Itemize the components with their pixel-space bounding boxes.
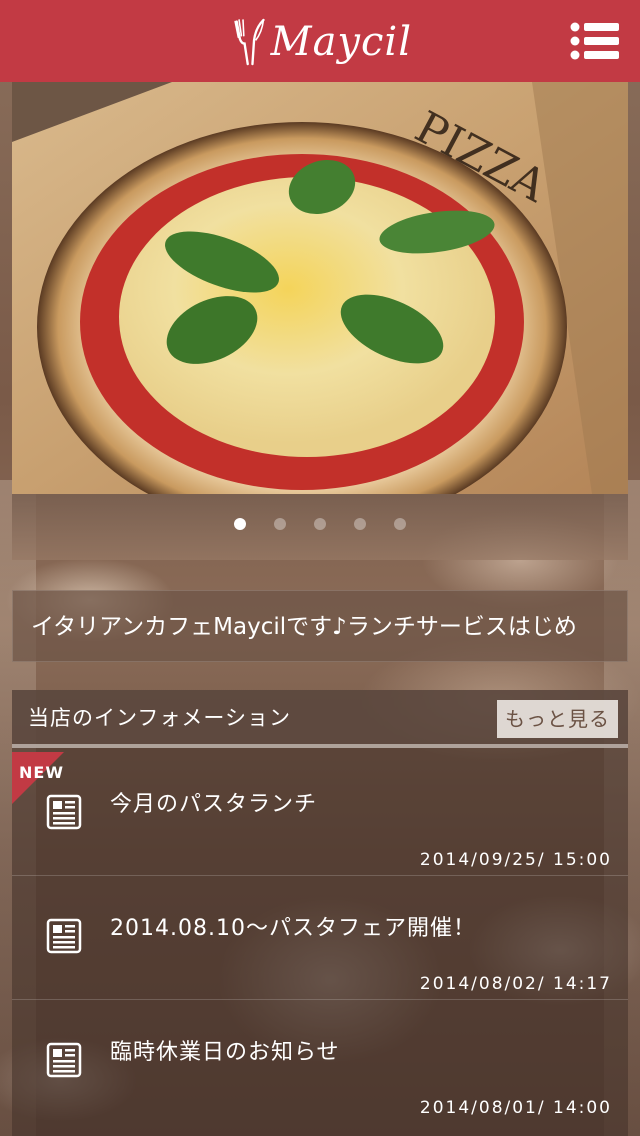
info-panel: 当店のインフォメーション もっと見る 今月のパスタランチ 2014/09/25/… <box>12 690 628 1136</box>
news-item[interactable]: 臨時休業日のお知らせ 2014/08/01/ 14:00 <box>12 1000 628 1124</box>
news-title: 臨時休業日のお知らせ <box>110 1040 340 1065</box>
news-ticker[interactable]: イタリアンカフェMaycilです♪ランチサービスはじめ <box>12 590 628 662</box>
list-menu-icon[interactable] <box>570 22 620 60</box>
slide-dot-4[interactable] <box>354 518 366 530</box>
news-date: 2014/08/02/ 14:17 <box>419 974 612 994</box>
slide-dot-3[interactable] <box>314 518 326 530</box>
news-date: 2014/08/01/ 14:00 <box>419 1098 612 1118</box>
slide-dot-5[interactable] <box>394 518 406 530</box>
slide-dot-1[interactable] <box>234 518 246 530</box>
news-title: 2014.08.10～パスタフェア開催！ <box>110 916 476 941</box>
pizza-photo: PIZZA <box>12 82 628 494</box>
app-header: Maycil <box>0 0 640 82</box>
news-date: 2014/09/25/ 15:00 <box>419 850 612 870</box>
see-more-button[interactable]: もっと見る <box>497 700 618 738</box>
slide-indicator <box>12 518 628 538</box>
news-title: 今月のパスタランチ <box>110 792 318 817</box>
logo-text: Maycil <box>270 19 412 65</box>
slide-dot-2[interactable] <box>274 518 286 530</box>
info-header: 当店のインフォメーション もっと見る <box>12 690 628 748</box>
maycil-logo[interactable]: Maycil <box>232 10 412 74</box>
news-item[interactable]: 今月のパスタランチ 2014/09/25/ 15:00 <box>12 752 628 876</box>
new-badge-label: NEW <box>19 763 64 782</box>
info-title: 当店のインフォメーション <box>28 706 291 730</box>
newspaper-icon <box>46 918 82 954</box>
hero-slideshow[interactable]: PIZZA <box>12 82 628 560</box>
newspaper-icon <box>46 1042 82 1078</box>
news-item[interactable]: 2014.08.10～パスタフェア開催！ 2014/08/02/ 14:17 <box>12 876 628 1000</box>
fork-knife-icon <box>234 18 265 66</box>
